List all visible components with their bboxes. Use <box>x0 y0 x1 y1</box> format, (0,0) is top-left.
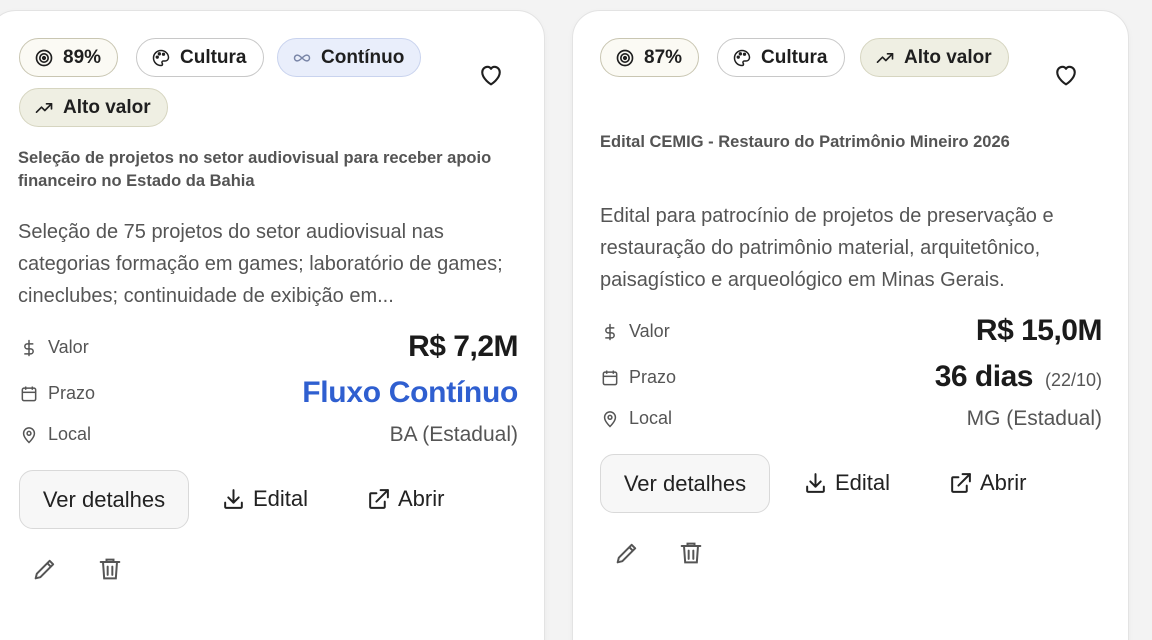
trending-up-icon <box>35 102 53 113</box>
category-badge: Cultura <box>717 38 845 77</box>
map-pin-icon <box>22 426 36 444</box>
target-icon <box>616 49 634 66</box>
days-remaining: 36 dias <box>934 360 1034 393</box>
location-label: Local <box>600 408 672 429</box>
edit-pencil-icon[interactable] <box>613 539 641 567</box>
value-amount: R$ 15,0M <box>975 314 1103 347</box>
map-pin-icon <box>603 410 617 428</box>
palette-icon <box>733 49 751 66</box>
continuous-badge: Contínuo <box>277 38 422 77</box>
download-edital-button[interactable]: Edital <box>221 486 308 512</box>
deadline-date: (22/10) <box>1044 370 1102 390</box>
opportunity-description: Seleção de 75 projetos do setor audiovis… <box>18 221 503 307</box>
opportunity-title: Seleção de projetos no setor audiovisual… <box>18 149 492 190</box>
category-badge: Cultura <box>136 38 264 77</box>
dollar-icon <box>605 323 615 340</box>
high-value-badge: Alto valor <box>860 38 1009 77</box>
calendar-icon <box>602 370 618 385</box>
target-icon <box>35 49 53 66</box>
delete-trash-icon[interactable] <box>677 539 705 567</box>
deadline-value: 36 dias (22/10) <box>935 360 1102 394</box>
download-icon <box>806 472 825 493</box>
open-link-button[interactable]: Abrir <box>366 486 444 512</box>
trending-up-icon <box>876 52 894 63</box>
calendar-icon <box>21 386 37 401</box>
value-label: Valor <box>600 321 670 342</box>
favorite-heart-icon[interactable] <box>477 61 505 89</box>
external-link-icon <box>369 488 389 509</box>
open-link-button[interactable]: Abrir <box>948 470 1026 496</box>
infinity-icon <box>293 53 311 62</box>
location-value: MG (Estadual) <box>966 407 1102 430</box>
match-score-badge: 87% <box>600 38 700 77</box>
match-score-badge: 89% <box>19 38 119 77</box>
high-value-badge: Alto valor <box>19 88 168 127</box>
favorite-heart-icon[interactable] <box>1052 61 1080 89</box>
value-amount: R$ 7,2M <box>408 330 518 363</box>
deadline-label: Prazo <box>600 367 676 388</box>
opportunity-card: 89% Cultura Contínuo Alto valor Seleção … <box>0 10 545 640</box>
dollar-icon <box>24 339 34 356</box>
opportunity-description: Edital para patrocínio de projetos de pr… <box>600 205 1054 291</box>
deadline-label: Prazo <box>19 383 95 404</box>
external-link-icon <box>951 472 971 493</box>
palette-icon <box>152 49 170 66</box>
opportunity-card: 87% Cultura Alto valor Edital CEMIG - Re… <box>572 10 1129 640</box>
deadline-value: Fluxo Contínuo <box>302 376 518 409</box>
opportunity-title: Edital CEMIG - Restauro do Patrimônio Mi… <box>600 133 1010 151</box>
value-label: Valor <box>19 337 89 358</box>
location-value: BA (Estadual) <box>389 423 518 446</box>
view-details-button[interactable]: Ver detalhes <box>19 470 189 529</box>
location-label: Local <box>19 424 91 445</box>
edit-pencil-icon[interactable] <box>31 555 59 583</box>
delete-trash-icon[interactable] <box>96 555 124 583</box>
download-icon <box>224 488 243 509</box>
download-edital-button[interactable]: Edital <box>803 470 890 496</box>
view-details-button[interactable]: Ver detalhes <box>600 454 770 513</box>
